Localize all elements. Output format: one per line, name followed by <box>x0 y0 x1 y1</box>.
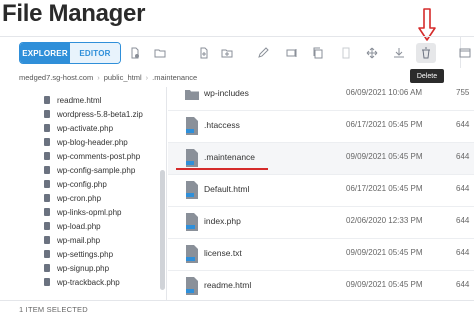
tree-item[interactable]: wp-signup.php <box>44 261 109 275</box>
pencil-icon <box>258 47 269 58</box>
page-title: File Manager <box>2 0 146 27</box>
copy-button[interactable] <box>309 44 327 62</box>
file-icon <box>186 117 198 135</box>
file-icon <box>44 208 50 216</box>
tree-item[interactable]: wordpress-5.8-beta1.zip <box>44 107 143 121</box>
file-row[interactable]: index.php 02/06/2020 12:33 PM 644 <box>168 207 474 239</box>
file-list: wp-includes 06/09/2021 10:06 AM 755 .hta… <box>168 87 474 300</box>
download-icon <box>394 48 404 58</box>
php-file-icon <box>186 213 198 231</box>
new-file-button[interactable] <box>195 44 213 62</box>
upload-file-button[interactable] <box>126 44 144 62</box>
breadcrumb-item-current: .maintenance <box>152 73 198 82</box>
download-button[interactable] <box>390 44 408 62</box>
file-icon <box>44 264 50 272</box>
file-manager-app: File Manager EXPLORER EDITOR Delete medg… <box>0 0 474 317</box>
tree-item[interactable]: wp-links-opml.php <box>44 205 121 219</box>
rename-icon <box>286 49 297 57</box>
new-file-icon <box>200 47 208 59</box>
chevron-right-icon: › <box>145 73 149 82</box>
file-icon <box>44 124 50 132</box>
file-icon <box>44 250 50 258</box>
move-button[interactable] <box>363 44 381 62</box>
tree-item[interactable]: wp-load.php <box>44 219 101 233</box>
view-tab-group: EXPLORER EDITOR <box>19 42 121 64</box>
file-icon <box>44 166 50 174</box>
file-icon <box>44 236 50 244</box>
file-icon <box>44 96 50 104</box>
upload-folder-button[interactable] <box>151 44 169 62</box>
archive-icon <box>342 47 350 59</box>
new-folder-icon <box>221 49 233 58</box>
tree-item[interactable]: wp-comments-post.php <box>44 149 140 163</box>
settings-button[interactable] <box>456 44 474 62</box>
tree-item[interactable]: wp-trackback.php <box>44 275 120 289</box>
file-row-selected[interactable]: .maintenance 09/09/2021 05:45 PM 644 <box>168 143 474 175</box>
sidebar-tree: readme.html wordpress-5.8-beta1.zip wp-a… <box>0 87 167 300</box>
panel-icon <box>459 48 471 58</box>
file-row[interactable]: readme.html 09/09/2021 05:45 PM 644 <box>168 271 474 300</box>
file-icon <box>44 278 50 286</box>
upload-folder-icon <box>154 49 166 58</box>
archive-button[interactable] <box>337 44 355 62</box>
file-icon <box>44 152 50 160</box>
delete-button[interactable] <box>416 43 436 63</box>
new-folder-button[interactable] <box>218 44 236 62</box>
breadcrumb: medged7.sg-host.com › public_html › .mai… <box>0 69 197 86</box>
tree-item[interactable]: readme.html <box>44 93 101 107</box>
copy-icon <box>313 47 323 59</box>
file-icon <box>44 194 50 202</box>
file-row[interactable]: license.txt 09/09/2021 05:45 PM 644 <box>168 239 474 271</box>
edit-button[interactable] <box>254 44 272 62</box>
tab-explorer[interactable]: EXPLORER <box>20 43 70 63</box>
rename-button[interactable] <box>283 44 301 62</box>
breadcrumb-item-public-html[interactable]: public_html <box>104 73 142 82</box>
file-row[interactable]: .htaccess 06/17/2021 05:45 PM 644 <box>168 111 474 143</box>
tree-item[interactable]: wp-config-sample.php <box>44 163 135 177</box>
breadcrumb-item-host[interactable]: medged7.sg-host.com <box>19 73 93 82</box>
tree-item[interactable]: wp-config.php <box>44 177 107 191</box>
tree-item[interactable]: wp-blog-header.php <box>44 135 128 149</box>
upload-file-icon <box>131 47 139 59</box>
folder-icon <box>185 90 199 100</box>
chevron-right-icon: › <box>97 73 100 82</box>
tree-item[interactable]: wp-activate.php <box>44 121 113 135</box>
tree-item[interactable]: wp-settings.php <box>44 247 113 261</box>
status-bar: 1 ITEM SELECTED <box>0 300 474 317</box>
tree-item[interactable]: wp-mail.php <box>44 233 100 247</box>
tab-editor[interactable]: EDITOR <box>70 43 120 63</box>
file-row[interactable]: Default.html 06/17/2021 05:45 PM 644 <box>168 175 474 207</box>
delete-tooltip: Delete <box>410 69 444 83</box>
trash-icon <box>422 47 430 59</box>
tree-item[interactable]: wp-cron.php <box>44 191 101 205</box>
file-row[interactable]: wp-includes 06/09/2021 10:06 AM 755 <box>168 87 474 111</box>
html-file-icon <box>186 277 198 295</box>
html-file-icon <box>186 181 198 199</box>
selection-underline <box>176 168 268 170</box>
file-icon <box>44 110 50 118</box>
sidebar-scrollbar[interactable] <box>160 170 165 290</box>
txt-file-icon <box>186 245 198 263</box>
move-icon <box>366 47 378 59</box>
file-icon <box>44 180 50 188</box>
file-icon <box>44 138 50 146</box>
file-icon <box>44 222 50 230</box>
file-icon <box>186 149 198 167</box>
